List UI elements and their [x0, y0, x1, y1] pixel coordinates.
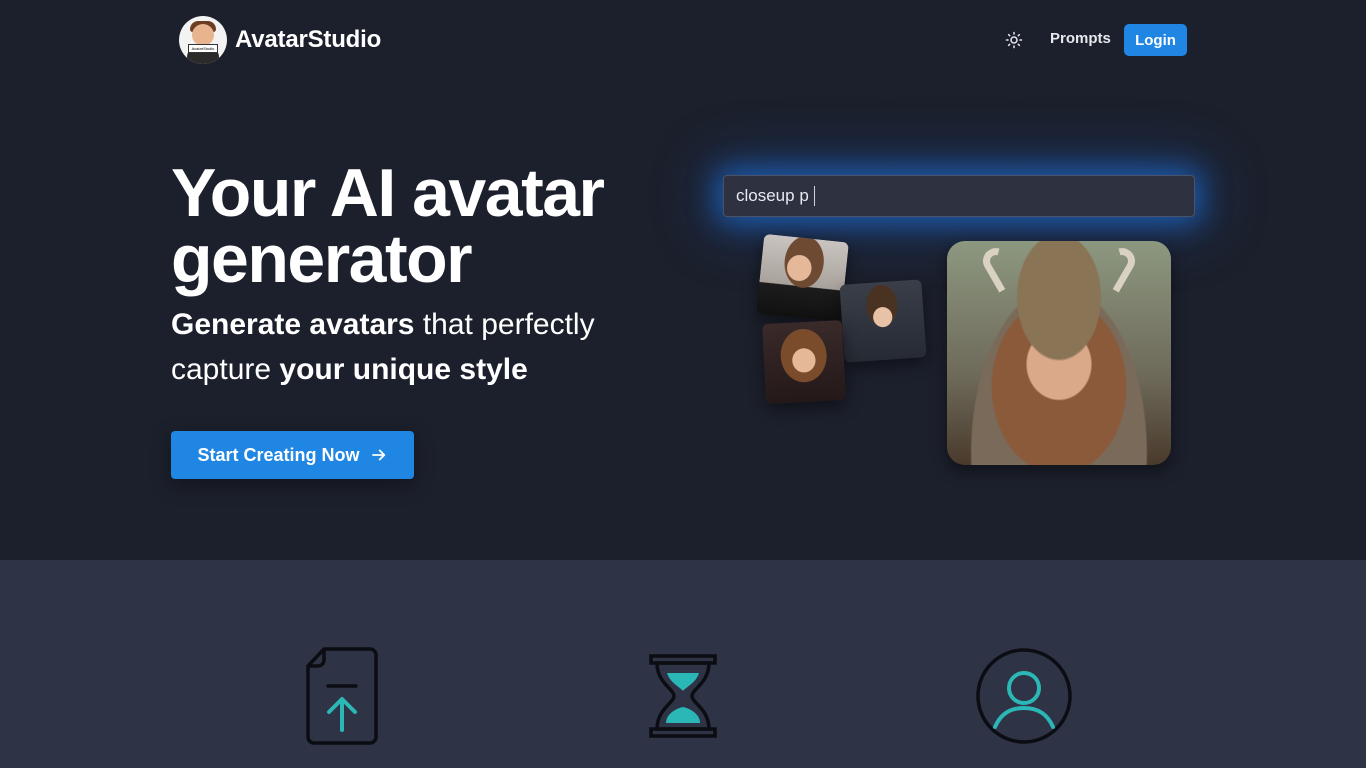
- features-section: [0, 560, 1366, 768]
- hero-subtitle: Generate avatars that perfectly capture …: [171, 302, 671, 392]
- generated-avatar-image: [947, 241, 1171, 465]
- user-icon: [976, 648, 1072, 744]
- prompt-text: closeup p: [736, 186, 809, 205]
- hero-title: Your AI avatar generator: [171, 155, 605, 297]
- sun-icon[interactable]: [1002, 28, 1026, 52]
- arrow-right-icon: [371, 449, 385, 461]
- logo-sign-text: AvatarStudio: [188, 44, 218, 53]
- brand-name: AvatarStudio: [235, 26, 382, 53]
- file-upload-icon: [306, 647, 378, 745]
- sample-photo-2: [839, 279, 927, 363]
- login-button[interactable]: Login: [1124, 24, 1187, 56]
- subtitle-bold-2: your unique style: [279, 353, 528, 386]
- subtitle-bold-1: Generate avatars: [171, 308, 415, 341]
- cta-label: Start Creating Now: [197, 444, 360, 465]
- brand-logo: AvatarStudio: [179, 16, 227, 64]
- nav-prompts-link[interactable]: Prompts: [1050, 30, 1111, 47]
- sample-photo-1: [756, 233, 849, 323]
- brand-link[interactable]: AvatarStudio AvatarStudio: [179, 16, 381, 64]
- top-nav: AvatarStudio AvatarStudio Prompts Login: [0, 0, 1366, 80]
- prompt-input-demo: closeup p: [723, 175, 1195, 217]
- hourglass-icon: [649, 654, 717, 738]
- text-caret: [813, 186, 815, 206]
- sample-photo-3: [761, 319, 847, 405]
- start-creating-button[interactable]: Start Creating Now: [171, 431, 414, 479]
